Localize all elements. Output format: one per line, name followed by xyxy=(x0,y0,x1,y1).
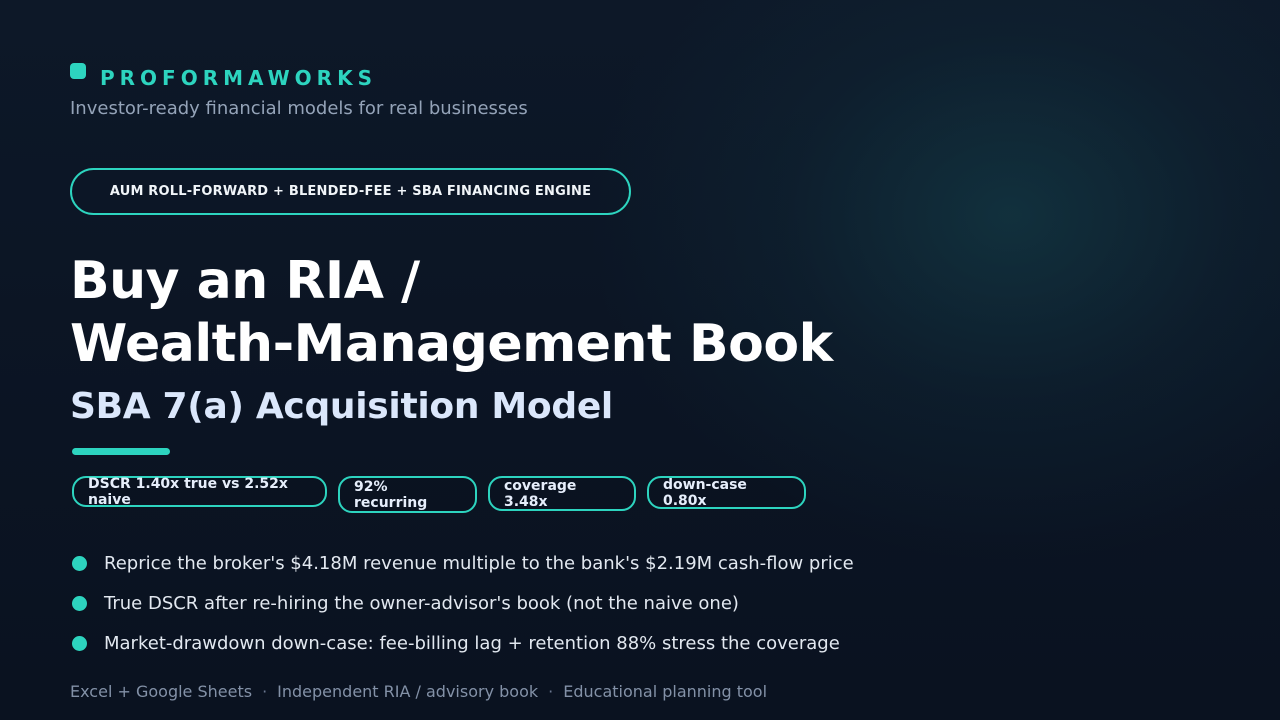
brand-header: PROFORMAWORKS xyxy=(70,62,377,90)
footer: Excel + Google Sheets · Independent RIA … xyxy=(70,682,767,701)
page-title: Buy an RIA / Wealth-Management Book xyxy=(70,250,833,376)
footer-separator: · xyxy=(262,682,268,701)
brand-tagline: Investor-ready financial models for real… xyxy=(70,98,528,119)
title-line-2: Wealth-Management Book xyxy=(70,314,833,374)
accent-divider xyxy=(72,448,170,455)
brand-name: PROFORMAWORKS xyxy=(100,66,377,90)
list-item-text: True DSCR after re-hiring the owner-advi… xyxy=(104,592,739,614)
chip-coverage: coverage 3.48x xyxy=(488,476,636,511)
hero-card: PROFORMAWORKS Investor-ready financial m… xyxy=(70,0,1210,720)
metric-chips: DSCR 1.40x true vs 2.52x naive 92% recur… xyxy=(72,476,817,513)
list-item-text: Reprice the broker's $4.18M revenue mult… xyxy=(104,552,854,574)
list-item: True DSCR after re-hiring the owner-advi… xyxy=(70,588,854,618)
chip-down-case: down-case 0.80x xyxy=(647,476,806,509)
chip-dscr: DSCR 1.40x true vs 2.52x naive xyxy=(72,476,327,508)
footer-item-platform: Excel + Google Sheets xyxy=(70,682,253,701)
footer-item-audience: Independent RIA / advisory book xyxy=(277,682,539,701)
engine-badge: AUM ROLL-FORWARD + BLENDED-FEE + SBA FIN… xyxy=(70,168,631,215)
footer-separator: · xyxy=(548,682,554,701)
list-item-text: Market-drawdown down-case: fee-billing l… xyxy=(104,632,840,654)
page-subtitle: SBA 7(a) Acquisition Model xyxy=(70,386,613,427)
brand-logo-icon xyxy=(70,63,86,79)
bullet-dot-icon xyxy=(72,595,87,611)
bullet-dot-icon xyxy=(72,635,87,651)
feature-list: Reprice the broker's $4.18M revenue mult… xyxy=(70,548,854,668)
footer-item-disclaimer: Educational planning tool xyxy=(563,682,768,701)
chip-recurring: 92% recurring xyxy=(338,476,477,513)
list-item: Reprice the broker's $4.18M revenue mult… xyxy=(70,548,854,578)
title-line-1: Buy an RIA / xyxy=(70,251,420,311)
list-item: Market-drawdown down-case: fee-billing l… xyxy=(70,628,854,658)
bullet-dot-icon xyxy=(72,555,87,571)
